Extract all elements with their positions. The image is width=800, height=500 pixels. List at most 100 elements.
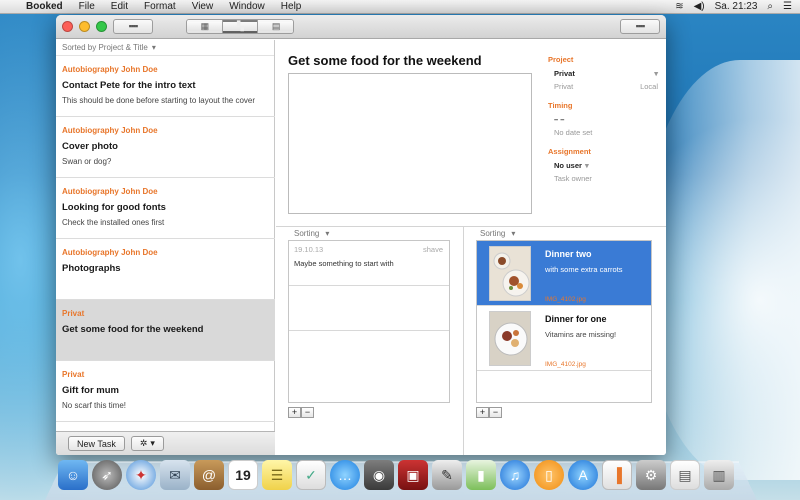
assignment-sub-label: Task owner <box>554 174 592 183</box>
comments-sort[interactable]: Sorting ▾ <box>294 229 329 238</box>
trash-icon[interactable]: ▥ <box>704 460 734 490</box>
project-sub: Privat Local <box>548 82 658 91</box>
notes-textarea[interactable] <box>288 73 532 214</box>
menu-file[interactable]: File <box>71 1 103 12</box>
calendar-icon[interactable]: 19 <box>228 460 258 490</box>
task-list: Autobiography John Doe Contact Pete for … <box>56 56 275 422</box>
chevron-down-icon: ▾ <box>584 161 589 170</box>
task-project: Autobiography John Doe <box>62 187 158 196</box>
volume-icon[interactable]: ◀) <box>694 1 705 12</box>
timing-value: – – <box>554 115 565 124</box>
app-store-icon[interactable]: A <box>568 460 598 490</box>
notification-center-icon[interactable]: ☰ <box>783 1 792 12</box>
safari-icon[interactable]: ✦ <box>126 460 156 490</box>
menu-edit[interactable]: Edit <box>103 1 136 12</box>
assignment-select[interactable]: No user ▾ <box>548 161 658 170</box>
app-window: ▪▪▪▪ ▦ ▚ ▤ ▪▪▪▪ Sorted by Project & Titl… <box>56 15 666 455</box>
sort-header[interactable]: Sorted by Project & Title ▾ <box>56 40 274 56</box>
ibooks-icon[interactable]: ▯ <box>534 460 564 490</box>
settings-menu-button[interactable]: ✲ ▾ <box>130 436 164 451</box>
booked-icon[interactable]: ▐ <box>602 460 632 490</box>
image-item[interactable]: Dinner for one Vitamins are missing! IMG… <box>477 306 651 371</box>
comments-list: 19.10.13 shave Maybe something to start … <box>288 240 450 403</box>
images-add-remove: + − <box>476 407 502 418</box>
list-item[interactable]: Privat Gift for mum No scarf this time! <box>56 361 275 422</box>
view-grid-button[interactable]: ▦ <box>187 20 223 33</box>
grid-icon: ▦ <box>187 22 222 31</box>
close-button[interactable] <box>62 21 73 32</box>
timing-sub: No date set <box>548 128 658 137</box>
menu-window[interactable]: Window <box>221 1 273 12</box>
add-comment-button[interactable]: + <box>288 407 301 418</box>
preview-icon[interactable]: ✎ <box>432 460 462 490</box>
view-split-button[interactable]: ▚ <box>222 20 259 33</box>
project-sub-right: Local <box>640 82 658 91</box>
comment-date: 19.10.13 <box>294 245 324 254</box>
project-select[interactable]: Privat ▾ <box>548 69 658 78</box>
list-item[interactable]: Autobiography John Doe Contact Pete for … <box>56 56 275 117</box>
comment-empty-row <box>289 286 449 331</box>
facetime-icon[interactable]: ◉ <box>364 460 394 490</box>
assignment-sub: Task owner <box>548 174 658 183</box>
new-task-button[interactable]: New Task <box>68 436 125 451</box>
remove-image-button[interactable]: − <box>489 407 502 418</box>
sidebar-toggle-button[interactable]: ▪▪▪▪ <box>113 19 153 34</box>
image-desc: Vitamins are missing! <box>545 330 617 339</box>
reminders-icon[interactable]: ✓ <box>296 460 326 490</box>
divider <box>276 226 666 227</box>
zoom-button[interactable] <box>96 21 107 32</box>
launchpad-icon[interactable]: ➶ <box>92 460 122 490</box>
task-project: Privat <box>62 370 85 379</box>
project-value: Privat <box>554 69 575 78</box>
new-task-label: New Task <box>77 438 116 449</box>
image-item-selected[interactable]: Dinner two with some extra carrots IMG_4… <box>477 241 651 306</box>
list-item[interactable]: Autobiography John Doe Looking for good … <box>56 178 275 239</box>
grid-icon: ▪▪▪▪ <box>128 21 139 31</box>
comments-add-remove: + − <box>288 407 314 418</box>
page-title[interactable]: Get some food for the weekend <box>288 53 482 68</box>
task-detail: Get some food for the weekend Project Pr… <box>276 40 666 455</box>
layout-toggle-button[interactable]: ▪▪▪▪ <box>620 19 660 34</box>
timing-select[interactable]: – – <box>548 115 658 124</box>
photo-booth-icon[interactable]: ▣ <box>398 460 428 490</box>
view-switcher: ▦ ▚ ▤ <box>186 19 294 34</box>
divider <box>463 227 464 455</box>
gear-icon: ✲ <box>139 438 148 448</box>
remove-comment-button[interactable]: − <box>301 407 314 418</box>
messages-icon[interactable]: … <box>330 460 360 490</box>
wifi-icon[interactable]: ≋ <box>675 1 683 12</box>
menu-help[interactable]: Help <box>273 1 310 12</box>
list-item[interactable]: Autobiography John Doe Photographs <box>56 239 275 300</box>
itunes-icon[interactable]: ♫ <box>500 460 530 490</box>
notes-icon[interactable]: ☰ <box>262 460 292 490</box>
finder-icon[interactable]: ☺ <box>58 460 88 490</box>
app-menu[interactable]: Booked <box>22 1 71 12</box>
title-bar: ▪▪▪▪ ▦ ▚ ▤ ▪▪▪▪ <box>56 15 666 39</box>
document-icon[interactable]: ▤ <box>670 460 700 490</box>
minimize-button[interactable] <box>79 21 90 32</box>
menubar-clock[interactable]: Sa. 21:23 <box>715 1 758 12</box>
spotlight-icon[interactable]: ⌕ <box>767 1 773 12</box>
mail-icon[interactable]: ✉ <box>160 460 190 490</box>
numbers-icon[interactable]: ▮ <box>466 460 496 490</box>
task-project: Autobiography John Doe <box>62 248 158 257</box>
task-project: Autobiography John Doe <box>62 65 158 74</box>
view-list-button[interactable]: ▤ <box>258 20 293 33</box>
menu-view[interactable]: View <box>184 1 222 12</box>
project-heading: Project <box>548 55 574 64</box>
menu-format[interactable]: Format <box>136 1 184 12</box>
chevron-down-icon: ▾ <box>511 229 516 238</box>
images-sort[interactable]: Sorting ▾ <box>480 229 515 238</box>
timing-sub-label: No date set <box>554 128 593 137</box>
list-item-selected[interactable]: Privat Get some food for the weekend <box>56 300 275 361</box>
contacts-icon[interactable]: @ <box>194 460 224 490</box>
comment-item[interactable]: 19.10.13 shave Maybe something to start … <box>289 241 449 286</box>
add-image-button[interactable]: + <box>476 407 489 418</box>
chevron-down-icon: ▾ <box>654 69 658 78</box>
grid-icon: ▪▪▪▪ <box>635 21 646 31</box>
task-title: Get some food for the weekend <box>62 324 204 335</box>
comment-text: Maybe something to start with <box>294 259 394 268</box>
list-item[interactable]: Autobiography John Doe Cover photo Swan … <box>56 117 275 178</box>
system-preferences-icon[interactable]: ⚙ <box>636 460 666 490</box>
image-file: IMG_4102.jpg <box>545 296 586 303</box>
